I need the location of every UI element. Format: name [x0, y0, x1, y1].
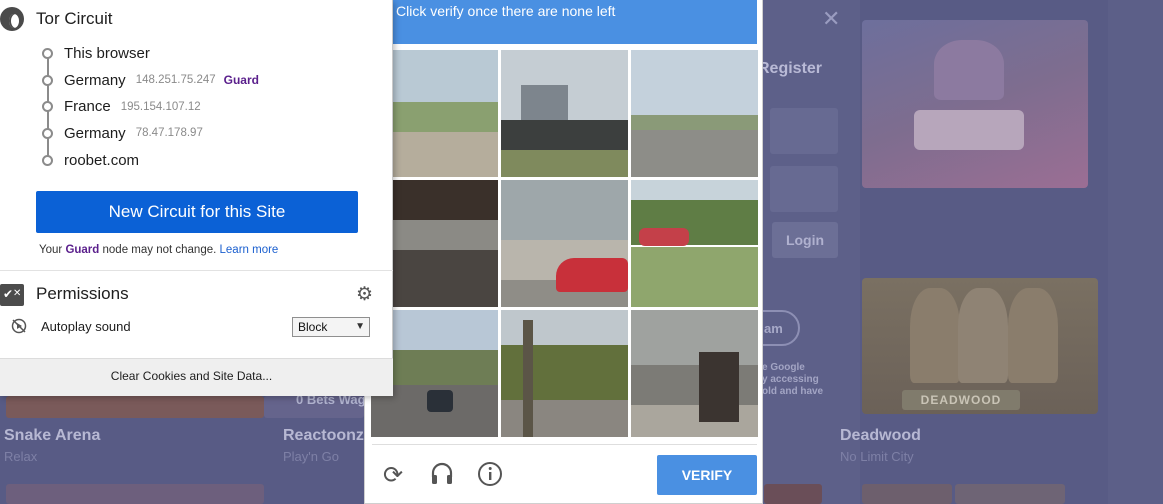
- deadwood-logo: DEADWOOD: [902, 390, 1020, 410]
- game-tile-edge: [1108, 0, 1163, 504]
- game-tile-deadwood[interactable]: DEADWOOD: [862, 278, 1098, 414]
- node-dot-icon: [42, 74, 53, 86]
- guard-badge: Guard: [223, 73, 259, 88]
- game-tile-snake-arena[interactable]: [6, 396, 264, 418]
- node-ip: 195.154.107.12: [120, 100, 201, 113]
- game-provider: Play'n Go: [283, 449, 339, 464]
- username-field[interactable]: [770, 108, 838, 154]
- tor-circuit-panel: Tor Circuit This browser Germany 148.251…: [0, 0, 393, 396]
- image-tile[interactable]: [631, 50, 758, 177]
- recaptcha-challenge: Click verify once there are none left ⟳ …: [364, 0, 763, 504]
- challenge-header: Click verify once there are none left: [372, 0, 757, 44]
- gear-icon[interactable]: ⚙: [356, 283, 373, 306]
- game-tile[interactable]: [6, 484, 264, 504]
- learn-more-link[interactable]: Learn more: [220, 244, 279, 256]
- game-name: Reactoonz: [283, 427, 364, 444]
- game-name: Deadwood: [840, 427, 921, 444]
- chevron-down-icon: ▼: [355, 321, 365, 332]
- help-icon[interactable]: [477, 461, 503, 494]
- game-provider: Relax: [4, 449, 38, 464]
- tor-header: Tor Circuit: [0, 6, 113, 32]
- register-title: Register: [758, 60, 823, 77]
- guard-note-middle: node may not change.: [99, 244, 220, 256]
- game-tile-featured[interactable]: [862, 20, 1088, 188]
- game-provider: No Limit City: [840, 449, 914, 464]
- circuit-node: France 195.154.107.12: [38, 93, 259, 120]
- clear-cookies-button[interactable]: Clear Cookies and Site Data...: [0, 369, 383, 383]
- circuit-node: Germany 148.251.75.247 Guard: [38, 67, 259, 94]
- new-circuit-button[interactable]: New Circuit for this Site: [36, 191, 358, 233]
- footer-divider: [372, 444, 757, 445]
- node-dot-icon: [42, 128, 53, 140]
- node-label: This browser: [64, 44, 150, 62]
- login-button[interactable]: Login: [772, 222, 838, 258]
- node-dot-icon: [42, 48, 53, 59]
- password-field[interactable]: [770, 166, 838, 212]
- image-tile[interactable]: [501, 310, 628, 437]
- guard-note-prefix: Your: [39, 244, 66, 256]
- game-tile[interactable]: [955, 484, 1065, 504]
- game-tile[interactable]: [764, 484, 822, 504]
- guard-note: Your Guard node may not change. Learn mo…: [39, 244, 278, 256]
- autoplay-label: Autoplay sound: [41, 319, 131, 334]
- circuit-node: roobet.com: [38, 147, 259, 174]
- close-icon[interactable]: ✕: [822, 6, 840, 32]
- challenge-instruction: Click verify once there are none left: [396, 3, 616, 19]
- circuit-list: This browser Germany 148.251.75.247 Guar…: [38, 40, 259, 173]
- image-tile[interactable]: [501, 180, 628, 307]
- node-label: France: [64, 98, 111, 116]
- audio-challenge-icon[interactable]: [429, 461, 455, 494]
- reload-icon[interactable]: ⟳: [383, 461, 403, 490]
- circuit-node: This browser: [38, 40, 259, 67]
- game-tile[interactable]: [862, 484, 952, 504]
- autoplay-select[interactable]: Block ▼: [292, 317, 370, 337]
- autoplay-select-value: Block: [298, 320, 328, 334]
- image-grid: [371, 50, 760, 437]
- node-dot-icon: [42, 154, 53, 166]
- image-tile[interactable]: [501, 50, 628, 177]
- node-label: Germany: [64, 124, 126, 142]
- image-tile[interactable]: [631, 310, 758, 437]
- clear-data-bar: Clear Cookies and Site Data...: [0, 358, 393, 396]
- section-divider: [0, 270, 393, 271]
- permissions-title: Permissions: [36, 284, 129, 303]
- guard-note-guard: Guard: [65, 244, 100, 256]
- node-label: Germany: [64, 71, 126, 89]
- node-label: roobet.com: [64, 151, 140, 169]
- verify-button[interactable]: VERIFY: [657, 455, 757, 495]
- recaptcha-notice: e Google y accessing old and have: [762, 362, 824, 397]
- permissions-icon: [0, 284, 24, 306]
- game-name: Snake Arena: [4, 427, 101, 444]
- tor-onion-icon: [0, 7, 24, 31]
- image-tile[interactable]: [631, 180, 758, 307]
- autoplay-blocked-icon: [11, 318, 27, 337]
- node-dot-icon: [42, 101, 53, 113]
- node-ip: 78.47.178.97: [135, 127, 203, 140]
- node-ip: 148.251.75.247: [135, 74, 216, 87]
- panel-title: Tor Circuit: [36, 9, 113, 28]
- circuit-node: Germany 78.47.178.97: [38, 120, 259, 147]
